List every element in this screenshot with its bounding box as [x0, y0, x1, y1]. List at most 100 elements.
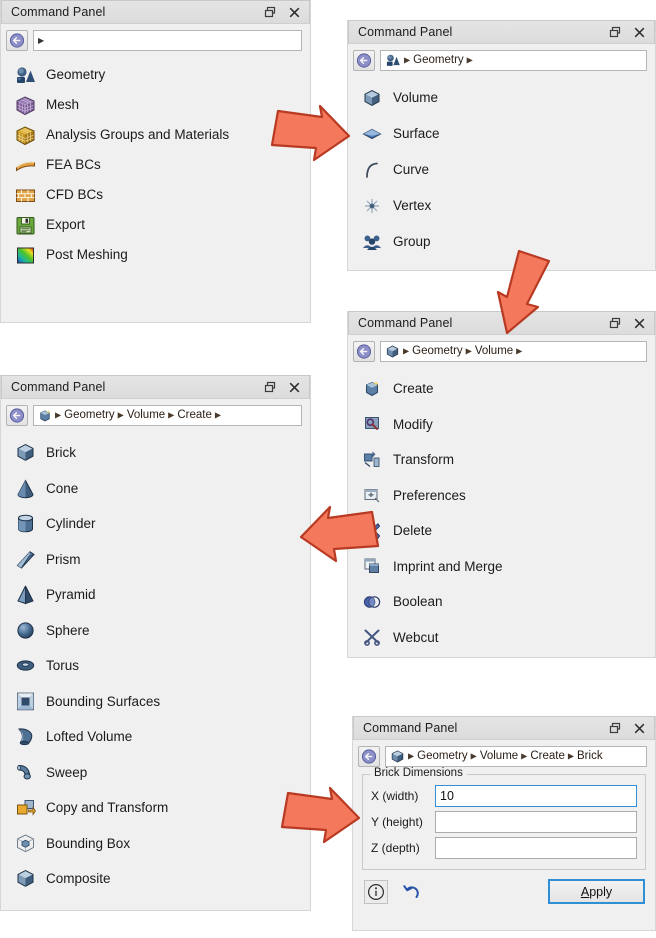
group-icon	[361, 231, 383, 253]
bounding-surfaces-icon	[14, 690, 36, 712]
menu-item-label: Vertex	[393, 198, 432, 214]
z-depth-label: Z (depth)	[371, 841, 420, 855]
breadcrumb-segment[interactable]: Volume	[475, 345, 513, 358]
menu-item-label: Torus	[46, 658, 80, 673]
breadcrumb-separator-icon: ▶	[567, 751, 575, 760]
menu-item-boolean[interactable]: Boolean	[348, 584, 655, 620]
apply-button[interactable]: Apply	[548, 879, 645, 904]
breadcrumb-segment[interactable]: Volume	[127, 409, 165, 422]
close-icon[interactable]	[628, 313, 650, 333]
menu-item-modify[interactable]: Modify	[348, 407, 655, 443]
breadcrumb-bar: ▶ Geometry ▶ Volume ▶	[348, 335, 655, 367]
menu-item-label: Composite	[46, 871, 111, 886]
back-button[interactable]	[6, 405, 28, 426]
close-icon[interactable]	[283, 2, 305, 22]
menu-item-imprint-and-merge[interactable]: Imprint and Merge	[348, 549, 655, 585]
float-restore-icon[interactable]	[604, 718, 626, 738]
back-button[interactable]	[6, 30, 28, 51]
menu-item-export[interactable]: Export	[1, 210, 310, 240]
breadcrumb-input[interactable]: ▶ Geometry ▶ Volume ▶	[380, 341, 647, 362]
menu-item-label: Delete	[393, 523, 433, 538]
breadcrumb-separator-icon: ▶	[168, 410, 175, 419]
breadcrumb-separator-icon: ▶	[404, 55, 411, 64]
field-row-x: X (width)	[371, 785, 637, 807]
breadcrumb-segment[interactable]: Volume	[480, 750, 518, 763]
breadcrumb-segment[interactable]: Geometry	[412, 345, 463, 358]
menu-item-cylinder[interactable]: Cylinder	[1, 506, 310, 542]
back-button[interactable]	[353, 341, 375, 362]
float-restore-icon[interactable]	[604, 313, 626, 333]
menu-item-bounding-surfaces[interactable]: Bounding Surfaces	[1, 684, 310, 720]
menu-item-label: Group	[393, 234, 431, 250]
breadcrumb-input[interactable]: ▶	[33, 30, 302, 51]
menu-item-sphere[interactable]: Sphere	[1, 613, 310, 649]
menu-item-preferences[interactable]: Preferences	[348, 478, 655, 514]
breadcrumb-segment[interactable]: Create	[177, 409, 212, 422]
breadcrumb-separator-icon: ▶	[521, 751, 528, 760]
z-depth-input[interactable]	[435, 837, 637, 859]
menu-item-group[interactable]: Group	[348, 224, 655, 260]
titlebar: Command Panel	[353, 716, 655, 740]
breadcrumb-segment[interactable]: Geometry	[413, 54, 464, 67]
menu-item-label: Webcut	[393, 629, 439, 645]
menu-item-transform[interactable]: Transform	[348, 442, 655, 478]
x-width-input[interactable]	[435, 785, 637, 807]
panel-title: Command Panel	[358, 315, 453, 330]
menu-item-copy-and-transform[interactable]: Copy and Transform	[1, 790, 310, 826]
menu-item-label: Modify	[393, 416, 433, 432]
menu-item-create[interactable]: Create	[348, 371, 655, 407]
back-button[interactable]	[353, 50, 375, 71]
y-height-input[interactable]	[435, 811, 637, 833]
titlebar: Command Panel	[348, 20, 655, 44]
breadcrumb-input[interactable]: ▶ Geometry ▶	[380, 50, 647, 71]
menu-item-cfd-bcs[interactable]: CFD BCs	[1, 180, 310, 210]
menu-item-cone[interactable]: Cone	[1, 471, 310, 507]
menu-item-fea-bcs[interactable]: FEA BCs	[1, 150, 310, 180]
menu-item-label: Create	[393, 381, 434, 396]
menu-item-vertex[interactable]: Vertex	[348, 188, 655, 224]
prism-icon	[14, 548, 36, 570]
surface-icon	[361, 123, 383, 145]
menu-item-surface[interactable]: Surface	[348, 116, 655, 152]
menu-item-torus[interactable]: Torus	[1, 648, 310, 684]
menu-list: Volume Surface Curve Vertex Group	[348, 76, 655, 270]
menu-item-label: Prism	[46, 551, 81, 567]
close-icon[interactable]	[628, 718, 650, 738]
undo-icon[interactable]	[400, 880, 424, 904]
volume-icon	[361, 87, 383, 109]
apply-label-rest: pply	[589, 884, 613, 899]
breadcrumb-input[interactable]: ▶ Geometry ▶ Volume ▶ Create ▶ Brick	[385, 746, 647, 767]
menu-item-mesh[interactable]: Mesh	[1, 90, 310, 120]
menu-item-composite[interactable]: Composite	[1, 861, 310, 897]
breadcrumb-segment[interactable]: Geometry	[417, 750, 468, 763]
float-restore-icon[interactable]	[259, 377, 281, 397]
breadcrumb-segment[interactable]: Geometry	[64, 409, 115, 422]
close-icon[interactable]	[283, 377, 305, 397]
menu-item-sweep[interactable]: Sweep	[1, 755, 310, 791]
menu-item-post-meshing[interactable]: Post Meshing	[1, 240, 310, 270]
breadcrumb-caret-icon: ▶	[38, 35, 45, 45]
breadcrumb-input[interactable]: ▶ Geometry ▶ Volume ▶ Create ▶	[33, 405, 302, 426]
close-icon[interactable]	[628, 22, 650, 42]
info-icon[interactable]	[364, 879, 388, 904]
menu-item-volume[interactable]: Volume	[348, 80, 655, 116]
menu-item-prism[interactable]: Prism	[1, 542, 310, 578]
menu-item-pyramid[interactable]: Pyramid	[1, 577, 310, 613]
breadcrumb-segment[interactable]: Brick	[577, 750, 603, 763]
torus-icon	[14, 655, 36, 677]
menu-item-geometry[interactable]: Geometry	[1, 60, 310, 90]
menu-item-analysis-groups-and-materials[interactable]: Analysis Groups and Materials	[1, 120, 310, 150]
menu-item-brick[interactable]: Brick	[1, 435, 310, 471]
brick-icon	[14, 442, 36, 464]
menu-item-delete[interactable]: Delete	[348, 513, 655, 549]
menu-item-bounding-box[interactable]: Bounding Box	[1, 826, 310, 862]
back-button[interactable]	[358, 746, 380, 767]
breadcrumb-segment[interactable]: Create	[530, 750, 565, 763]
float-restore-icon[interactable]	[604, 22, 626, 42]
float-restore-icon[interactable]	[259, 2, 281, 22]
sweep-icon	[14, 761, 36, 783]
menu-item-lofted-volume[interactable]: Lofted Volume	[1, 719, 310, 755]
menu-item-webcut[interactable]: Webcut	[348, 620, 655, 656]
cone-icon	[14, 477, 36, 499]
menu-item-curve[interactable]: Curve	[348, 152, 655, 188]
